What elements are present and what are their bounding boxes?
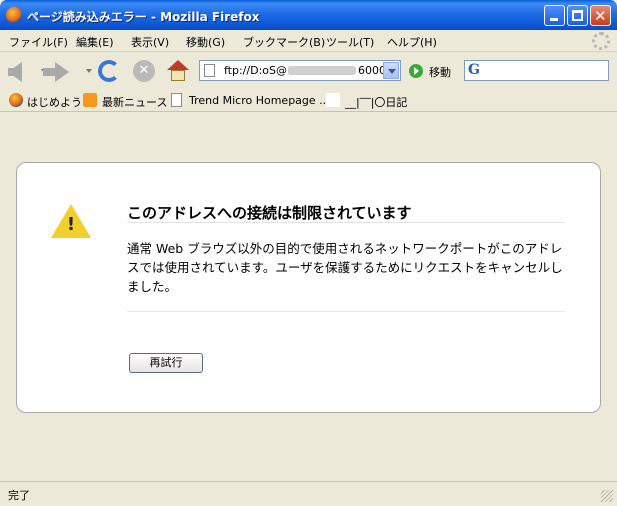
navigation-toolbar: ✕ ftp://D:oS@ 6000/ 移動 G (0, 52, 617, 88)
diary-bookmark-icon (326, 93, 340, 107)
rss-feed-icon (83, 93, 97, 107)
bookmarks-toolbar: はじめよう 最新ニュース Trend Micro Homepage ... __… (0, 88, 617, 112)
error-title: このアドレスへの接続は制限されています (127, 204, 412, 222)
maximize-button[interactable] (567, 5, 588, 26)
firefox-bookmark-icon (9, 93, 23, 107)
home-icon[interactable] (167, 60, 189, 82)
maximize-icon (572, 10, 583, 21)
resize-grip-icon[interactable] (601, 490, 613, 502)
menu-view[interactable]: 表示(V) (131, 34, 169, 50)
close-icon: ✕ (594, 7, 607, 25)
status-bar: 完了 (0, 481, 617, 506)
menu-bookmarks[interactable]: ブックマーク(B) (243, 34, 325, 50)
minimize-icon (550, 18, 558, 21)
window-title: ページ読み込みエラー - Mozilla Firefox (27, 10, 260, 24)
back-arrow-icon[interactable] (8, 62, 22, 82)
title-bar: ページ読み込みエラー - Mozilla Firefox ✕ (0, 0, 617, 30)
search-input[interactable]: G (464, 60, 609, 81)
close-button[interactable]: ✕ (590, 5, 611, 26)
page-content: ! このアドレスへの接続は制限されています 通常 Web ブラウズ以外の目的で使… (0, 113, 617, 481)
search-engine-icon[interactable]: G (468, 62, 480, 78)
retry-button[interactable]: 再試行 (129, 353, 203, 373)
bookmark-latest-news[interactable]: 最新ニュース (102, 94, 167, 110)
warning-exclamation: ! (66, 214, 76, 235)
throbber-icon (592, 32, 610, 50)
home-roof-shape (167, 60, 189, 70)
home-wall-shape (171, 70, 185, 81)
url-text: ftp://D:oS@ (224, 64, 287, 77)
status-text: 完了 (8, 489, 30, 502)
minimize-button[interactable] (544, 5, 565, 26)
go-button-label[interactable]: 移動 (429, 64, 451, 80)
menu-edit[interactable]: 編集(E) (76, 34, 114, 50)
page-bookmark-icon (171, 93, 182, 107)
url-redacted-region (288, 66, 356, 75)
url-bar[interactable]: ftp://D:oS@ 6000/ (199, 60, 401, 81)
menu-go[interactable]: 移動(G) (186, 34, 225, 50)
stop-icon[interactable]: ✕ (133, 60, 155, 82)
bookmark-trend-micro[interactable]: Trend Micro Homepage ... (189, 94, 330, 107)
menu-bar: ファイル(F) 編集(E) 表示(V) 移動(G) ブックマーク(B) ツール(… (0, 30, 617, 52)
menu-tools[interactable]: ツール(T) (326, 34, 374, 50)
page-icon (204, 64, 215, 77)
reload-icon[interactable] (98, 60, 120, 82)
error-panel: ! このアドレスへの接続は制限されています 通常 Web ブラウズ以外の目的で使… (16, 162, 601, 413)
bookmark-diary[interactable]: __|‾‾|〇日記 (345, 94, 407, 110)
firefox-logo-icon (6, 7, 22, 23)
menu-help[interactable]: ヘルプ(H) (387, 34, 437, 50)
forward-arrow-icon[interactable] (43, 62, 69, 82)
forward-history-dropdown-icon[interactable] (86, 69, 92, 73)
title-divider (127, 222, 565, 223)
go-arrow-icon[interactable] (409, 64, 423, 78)
description-divider (127, 311, 565, 312)
url-history-dropdown-icon[interactable] (383, 62, 399, 79)
bookmark-getting-started[interactable]: はじめよう (27, 94, 82, 110)
error-description: 通常 Web ブラウズ以外の目的で使用されるネットワークポートがこのアドレスでは… (127, 241, 563, 294)
menu-file[interactable]: ファイル(F) (9, 34, 68, 50)
